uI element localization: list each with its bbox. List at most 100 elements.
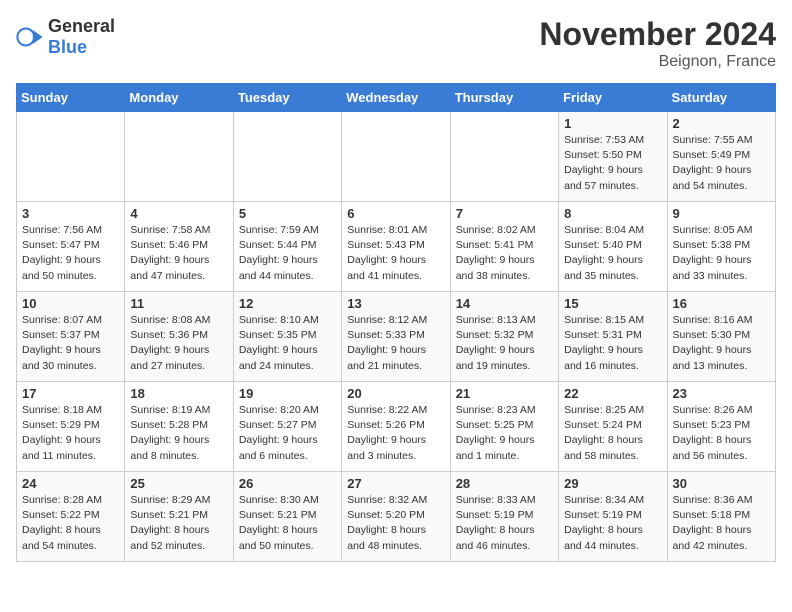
logo: General Blue (16, 16, 115, 58)
calendar-day-cell: 4 Sunrise: 7:58 AM Sunset: 5:46 PM Daylig… (125, 202, 233, 292)
calendar-week-row: 3Sunrise: 7:56 AM Sunset: 5:47 PM Daylig… (17, 202, 776, 292)
day-info: Sunrise: 7:59 AM Sunset: 5:44 PM Dayligh… (239, 223, 336, 284)
calendar-day-cell: 25 Sunrise: 8:29 AM Sunset: 5:21 PM Dayli… (125, 472, 233, 562)
day-info: Sunrise: 8:33 AM Sunset: 5:19 PM Dayligh… (456, 493, 553, 554)
calendar-header-cell: Friday (559, 84, 667, 112)
calendar-body: 1 Sunrise: 7:53 AM Sunset: 5:50 PM Daylig… (17, 112, 776, 562)
calendar-day-cell: 30 Sunrise: 8:36 AM Sunset: 5:18 PM Dayli… (667, 472, 775, 562)
day-number: 21 (456, 386, 553, 401)
calendar-day-cell: 20Sunrise: 8:22 AM Sunset: 5:26 PM Dayli… (342, 382, 450, 472)
day-number: 13 (347, 296, 444, 311)
day-number: 30 (673, 476, 770, 491)
day-info: Sunrise: 8:25 AM Sunset: 5:24 PM Dayligh… (564, 403, 661, 464)
day-info: Sunrise: 8:16 AM Sunset: 5:30 PM Dayligh… (673, 313, 770, 374)
day-info: Sunrise: 7:58 AM Sunset: 5:46 PM Dayligh… (130, 223, 227, 284)
day-number: 1 (564, 116, 661, 131)
calendar-day-cell: 17 Sunrise: 8:18 AM Sunset: 5:29 PM Dayli… (17, 382, 125, 472)
day-number: 14 (456, 296, 553, 311)
calendar-header-row: SundayMondayTuesdayWednesdayThursdayFrid… (17, 84, 776, 112)
day-info: Sunrise: 8:07 AM Sunset: 5:37 PM Dayligh… (22, 313, 119, 374)
location-title: Beignon, France (539, 53, 776, 71)
calendar-day-cell: 7Sunrise: 8:02 AM Sunset: 5:41 PM Daylig… (450, 202, 558, 292)
day-number: 11 (130, 296, 227, 311)
calendar-day-cell: 10 Sunrise: 8:07 AM Sunset: 5:37 PM Dayli… (17, 292, 125, 382)
day-info: Sunrise: 8:15 AM Sunset: 5:31 PM Dayligh… (564, 313, 661, 374)
day-number: 25 (130, 476, 227, 491)
day-info: Sunrise: 8:32 AM Sunset: 5:20 PM Dayligh… (347, 493, 444, 554)
calendar-day-cell: 8 Sunrise: 8:04 AM Sunset: 5:40 PM Daylig… (559, 202, 667, 292)
day-info: Sunrise: 8:04 AM Sunset: 5:40 PM Dayligh… (564, 223, 661, 284)
calendar-day-cell: 3Sunrise: 7:56 AM Sunset: 5:47 PM Daylig… (17, 202, 125, 292)
day-number: 23 (673, 386, 770, 401)
calendar-day-cell: 27 Sunrise: 8:32 AM Sunset: 5:20 PM Dayli… (342, 472, 450, 562)
day-info: Sunrise: 8:22 AM Sunset: 5:26 PM Dayligh… (347, 403, 444, 464)
calendar-week-row: 10 Sunrise: 8:07 AM Sunset: 5:37 PM Dayli… (17, 292, 776, 382)
calendar-day-cell: 19 Sunrise: 8:20 AM Sunset: 5:27 PM Dayli… (233, 382, 341, 472)
day-number: 18 (130, 386, 227, 401)
calendar-header-cell: Tuesday (233, 84, 341, 112)
calendar-day-cell (450, 112, 558, 202)
logo-text-blue: Blue (48, 37, 87, 57)
day-info: Sunrise: 8:20 AM Sunset: 5:27 PM Dayligh… (239, 403, 336, 464)
day-number: 8 (564, 206, 661, 221)
calendar-header-cell: Thursday (450, 84, 558, 112)
day-number: 27 (347, 476, 444, 491)
day-number: 12 (239, 296, 336, 311)
calendar-day-cell: 11 Sunrise: 8:08 AM Sunset: 5:36 PM Dayli… (125, 292, 233, 382)
calendar-header-cell: Saturday (667, 84, 775, 112)
calendar-week-row: 1 Sunrise: 7:53 AM Sunset: 5:50 PM Daylig… (17, 112, 776, 202)
calendar-day-cell: 22 Sunrise: 8:25 AM Sunset: 5:24 PM Dayli… (559, 382, 667, 472)
day-number: 10 (22, 296, 119, 311)
calendar-day-cell: 2Sunrise: 7:55 AM Sunset: 5:49 PM Daylig… (667, 112, 775, 202)
day-number: 22 (564, 386, 661, 401)
day-info: Sunrise: 8:30 AM Sunset: 5:21 PM Dayligh… (239, 493, 336, 554)
day-number: 29 (564, 476, 661, 491)
calendar-day-cell: 18Sunrise: 8:19 AM Sunset: 5:28 PM Dayli… (125, 382, 233, 472)
calendar-day-cell: 23Sunrise: 8:26 AM Sunset: 5:23 PM Dayli… (667, 382, 775, 472)
day-info: Sunrise: 8:02 AM Sunset: 5:41 PM Dayligh… (456, 223, 553, 284)
day-number: 6 (347, 206, 444, 221)
day-number: 4 (130, 206, 227, 221)
calendar-day-cell: 13 Sunrise: 8:12 AM Sunset: 5:33 PM Dayli… (342, 292, 450, 382)
day-info: Sunrise: 8:36 AM Sunset: 5:18 PM Dayligh… (673, 493, 770, 554)
day-number: 15 (564, 296, 661, 311)
day-info: Sunrise: 7:53 AM Sunset: 5:50 PM Dayligh… (564, 133, 661, 194)
calendar-day-cell (125, 112, 233, 202)
calendar-header-cell: Monday (125, 84, 233, 112)
day-number: 5 (239, 206, 336, 221)
day-info: Sunrise: 8:23 AM Sunset: 5:25 PM Dayligh… (456, 403, 553, 464)
day-info: Sunrise: 8:10 AM Sunset: 5:35 PM Dayligh… (239, 313, 336, 374)
day-info: Sunrise: 8:08 AM Sunset: 5:36 PM Dayligh… (130, 313, 227, 374)
calendar-day-cell: 28Sunrise: 8:33 AM Sunset: 5:19 PM Dayli… (450, 472, 558, 562)
logo-icon (16, 23, 44, 51)
calendar-day-cell: 1 Sunrise: 7:53 AM Sunset: 5:50 PM Daylig… (559, 112, 667, 202)
calendar-day-cell: 12 Sunrise: 8:10 AM Sunset: 5:35 PM Dayli… (233, 292, 341, 382)
day-info: Sunrise: 8:28 AM Sunset: 5:22 PM Dayligh… (22, 493, 119, 554)
calendar-day-cell (233, 112, 341, 202)
day-info: Sunrise: 7:55 AM Sunset: 5:49 PM Dayligh… (673, 133, 770, 194)
day-info: Sunrise: 8:18 AM Sunset: 5:29 PM Dayligh… (22, 403, 119, 464)
day-number: 19 (239, 386, 336, 401)
calendar-header-cell: Sunday (17, 84, 125, 112)
calendar-day-cell: 5 Sunrise: 7:59 AM Sunset: 5:44 PM Daylig… (233, 202, 341, 292)
day-number: 17 (22, 386, 119, 401)
calendar-week-row: 24 Sunrise: 8:28 AM Sunset: 5:22 PM Dayli… (17, 472, 776, 562)
calendar-day-cell (17, 112, 125, 202)
day-info: Sunrise: 8:34 AM Sunset: 5:19 PM Dayligh… (564, 493, 661, 554)
month-title: November 2024 (539, 16, 776, 53)
day-number: 24 (22, 476, 119, 491)
header: General Blue November 2024 Beignon, Fran… (16, 16, 776, 71)
day-info: Sunrise: 8:05 AM Sunset: 5:38 PM Dayligh… (673, 223, 770, 284)
calendar-day-cell: 9 Sunrise: 8:05 AM Sunset: 5:38 PM Daylig… (667, 202, 775, 292)
calendar-day-cell: 6 Sunrise: 8:01 AM Sunset: 5:43 PM Daylig… (342, 202, 450, 292)
day-info: Sunrise: 8:29 AM Sunset: 5:21 PM Dayligh… (130, 493, 227, 554)
calendar-header-cell: Wednesday (342, 84, 450, 112)
day-info: Sunrise: 8:01 AM Sunset: 5:43 PM Dayligh… (347, 223, 444, 284)
calendar-week-row: 17 Sunrise: 8:18 AM Sunset: 5:29 PM Dayli… (17, 382, 776, 472)
calendar-day-cell: 21 Sunrise: 8:23 AM Sunset: 5:25 PM Dayli… (450, 382, 558, 472)
day-info: Sunrise: 7:56 AM Sunset: 5:47 PM Dayligh… (22, 223, 119, 284)
day-info: Sunrise: 8:12 AM Sunset: 5:33 PM Dayligh… (347, 313, 444, 374)
calendar-table: SundayMondayTuesdayWednesdayThursdayFrid… (16, 83, 776, 562)
calendar-day-cell (342, 112, 450, 202)
day-number: 9 (673, 206, 770, 221)
